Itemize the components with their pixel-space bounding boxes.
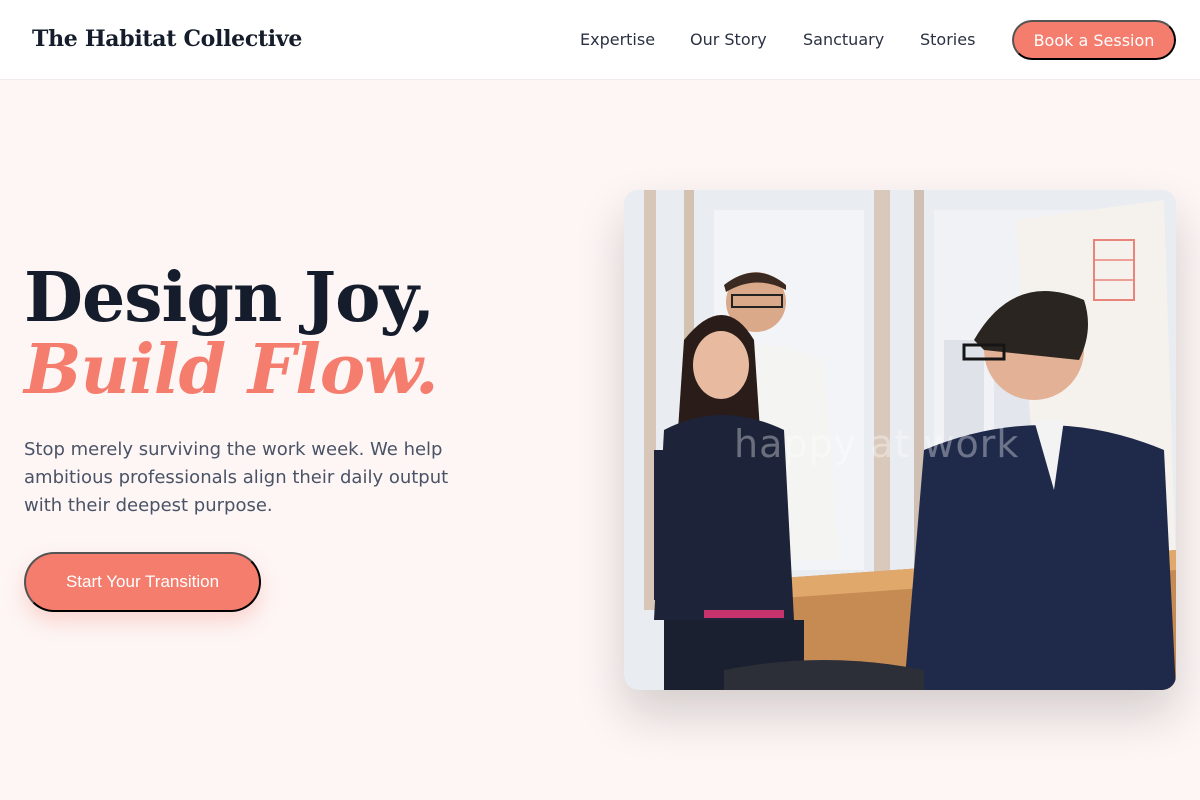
start-transition-button[interactable]: Start Your Transition (24, 552, 261, 612)
nav-link-our-story[interactable]: Our Story (690, 30, 767, 49)
nav-link-expertise[interactable]: Expertise (580, 30, 655, 49)
site-logo[interactable]: The Habitat Collective (32, 26, 302, 52)
nav-link-sanctuary[interactable]: Sanctuary (803, 30, 884, 49)
hero-headline-line2: Build Flow. (24, 330, 439, 410)
image-watermark: happy at work (734, 422, 1020, 466)
hero-headline-line1: Design Joy, (24, 258, 435, 338)
hero-subtext: Stop merely surviving the work week. We … (24, 439, 449, 516)
nav-link-stories[interactable]: Stories (920, 30, 975, 49)
hero-photo: happy at work (624, 190, 1176, 690)
hero-headline: Design Joy, Build Flow. (24, 258, 439, 410)
site-header: The Habitat Collective Expertise Our Sto… (0, 0, 1200, 80)
book-session-button[interactable]: Book a Session (1012, 20, 1176, 60)
